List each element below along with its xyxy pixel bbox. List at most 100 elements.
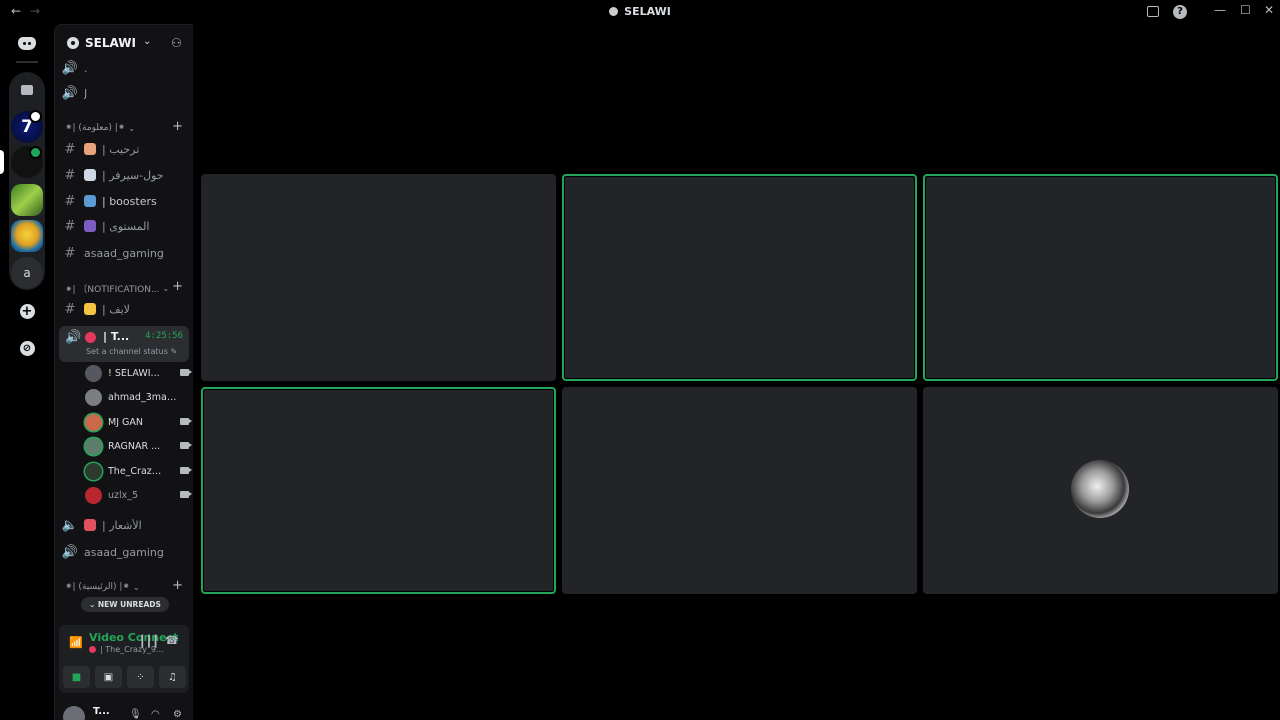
window-title: SELAWI: [0, 5, 1280, 18]
hashtag-icon: #: [64, 141, 76, 157]
hashtag-icon: #: [64, 167, 76, 183]
video-tile[interactable]: [923, 174, 1278, 381]
camera-icon: [180, 442, 192, 449]
server-a[interactable]: a: [11, 257, 43, 289]
avatar: [85, 462, 102, 480]
discord-home-button[interactable]: [11, 32, 43, 54]
channel-emoji-icon: [84, 169, 96, 181]
video-tile[interactable]: [562, 174, 917, 381]
avatar[interactable]: [63, 706, 85, 720]
camera-icon: ■: [71, 671, 82, 683]
help-icon[interactable]: ?: [1173, 5, 1187, 19]
avatar: [85, 413, 102, 431]
text-channel[interactable]: # | المستوى: [61, 215, 189, 237]
mic-icon[interactable]: 🎙: [129, 709, 142, 720]
hashtag-icon: #: [64, 193, 76, 209]
noise-suppression-icon[interactable]: ┃┃┃: [139, 635, 159, 648]
channel-label: J: [84, 86, 88, 100]
discord-logo-icon: [18, 36, 36, 50]
member-name: uzlx_5: [108, 489, 139, 501]
create-channel-button[interactable]: +: [172, 119, 183, 134]
channel-label: asaad_gaming: [84, 246, 164, 260]
username[interactable]: T...: [93, 706, 110, 717]
video-tile[interactable]: [201, 387, 556, 594]
avatar: [85, 437, 102, 455]
channel-label: | حول-سيرفر: [102, 168, 164, 182]
channel-label: | boosters: [102, 194, 157, 208]
speaker-icon: 🔈: [61, 517, 79, 533]
category-notification[interactable]: ⁕| 〔NOTIFICATION... ⌄ +: [65, 279, 189, 296]
voice-channel[interactable]: 🔊 J: [61, 82, 189, 104]
create-channel-button[interactable]: +: [172, 279, 183, 294]
close-button[interactable]: ✕: [1264, 3, 1274, 17]
hashtag-icon: #: [64, 301, 76, 317]
text-channel[interactable]: # | ترحيب: [61, 138, 189, 160]
text-channel[interactable]: # | لايف: [61, 298, 189, 320]
voice-member[interactable]: RAGNAR ...: [85, 435, 192, 457]
headset-icon[interactable]: ◠: [151, 709, 160, 720]
text-channel[interactable]: # | boosters: [61, 190, 189, 212]
chevron-down-icon: ⌄: [128, 123, 136, 133]
user-panel: T... 🎙 ◠ ⚙: [55, 701, 193, 720]
chevron-down-icon: ⌄: [143, 36, 152, 47]
channel-label: | T...: [103, 330, 130, 343]
video-grid: [194, 24, 1280, 720]
speaker-icon: 🔊: [61, 544, 79, 560]
video-tile[interactable]: [201, 174, 556, 381]
avatar: [85, 388, 102, 406]
soundboard-button[interactable]: ♫: [159, 666, 186, 688]
member-name: MJ GAN: [108, 416, 143, 428]
channel-emoji-icon: [84, 519, 96, 531]
camera-icon: [180, 369, 192, 376]
voice-channel[interactable]: 🔊 asaad_gaming: [61, 541, 189, 563]
active-server-indicator: [0, 150, 4, 174]
member-name: ! SELAWI...: [108, 367, 160, 379]
inbox-icon[interactable]: [1147, 6, 1159, 17]
video-tile[interactable]: [562, 387, 917, 594]
speaker-badge-icon: [29, 110, 42, 123]
minimize-button[interactable]: —: [1214, 3, 1226, 17]
folder-toggle-button[interactable]: [11, 74, 43, 106]
chevron-down-icon: ⌄: [162, 283, 170, 293]
voice-member[interactable]: ! SELAWI...: [85, 362, 192, 384]
set-channel-status-link[interactable]: Set a channel status ✎: [86, 347, 177, 356]
speaker-icon: 🔊: [61, 60, 79, 76]
server-name: SELAWI: [85, 36, 136, 50]
compass-icon: ⊘: [19, 340, 35, 356]
category-label: ⁕| (معلومة) |⁕: [65, 123, 126, 133]
active-voice-channel[interactable]: 🔊 | T... 4:25:56 Set a channel status ✎: [59, 326, 189, 362]
hashtag-icon: #: [64, 218, 76, 234]
screen-share-button[interactable]: ▣: [95, 666, 122, 688]
text-channel[interactable]: # asaad_gaming: [61, 242, 189, 264]
disconnect-icon[interactable]: ☎: [165, 634, 179, 647]
activity-button[interactable]: ⁘: [127, 666, 154, 688]
window-title-text: SELAWI: [624, 5, 671, 18]
server-yellow[interactable]: [11, 220, 43, 252]
channel-emoji-icon: [84, 195, 96, 207]
channel-emoji-icon: [84, 303, 96, 315]
maximize-button[interactable]: ☐: [1240, 3, 1251, 17]
camera-button[interactable]: ■: [63, 666, 90, 688]
rail-divider: [16, 61, 38, 63]
add-server-button[interactable]: +: [11, 295, 43, 327]
voice-member[interactable]: ahmad_3marya: [85, 386, 189, 408]
create-channel-button[interactable]: +: [172, 578, 183, 593]
channel-emoji-icon: [84, 143, 96, 155]
voice-channel[interactable]: 🔊 .: [61, 57, 189, 79]
text-channel[interactable]: # | حول-سيرفر: [61, 164, 189, 186]
category-info[interactable]: ⁕| (معلومة) |⁕ ⌄ +: [65, 119, 189, 136]
new-unreads-button[interactable]: ⌄ NEW UNREADS: [81, 597, 169, 612]
discover-button[interactable]: ⊘: [11, 332, 43, 364]
signal-icon[interactable]: 📶: [66, 633, 86, 653]
voice-member[interactable]: The_Crazy...: [85, 460, 192, 482]
server-settings-icon: [67, 37, 79, 49]
server-green[interactable]: [11, 184, 43, 216]
video-tile[interactable]: [923, 387, 1278, 594]
voice-channel[interactable]: 🔈 | الأشعار: [61, 514, 189, 536]
settings-gear-icon[interactable]: ⚙: [173, 709, 182, 720]
category-main[interactable]: ⁕| (الرئيسية) |⁕ ⌄ +: [65, 578, 189, 595]
invite-icon[interactable]: ⚇: [171, 36, 182, 50]
voice-member[interactable]: MJ GAN: [85, 411, 192, 433]
voice-member[interactable]: uzlx_5: [85, 484, 192, 506]
folder-icon: [21, 85, 33, 95]
